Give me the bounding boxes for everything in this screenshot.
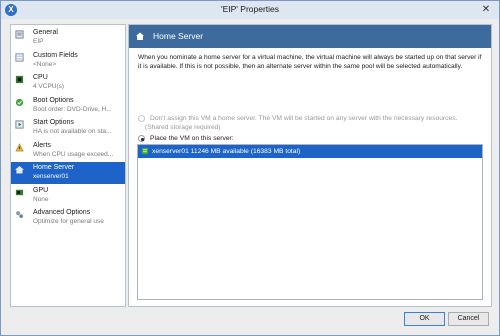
panel-description: When you nominate a home server for a vi… <box>138 54 482 70</box>
cancel-button[interactable]: Cancel <box>448 312 489 326</box>
sidebar-item-alerts[interactable]: Alerts When CPU usage exceed... <box>11 140 125 162</box>
custom-fields-icon <box>15 53 24 62</box>
sidebar-item-title: General <box>33 29 58 36</box>
boot-options-icon <box>15 98 24 107</box>
general-icon <box>15 30 24 39</box>
sidebar: General EIP Custom Fields <None> CPU 4 V… <box>10 24 126 307</box>
place-on-server-radio[interactable] <box>138 135 145 142</box>
sidebar-item-subtitle: 4 VCPU(s) <box>33 83 65 90</box>
sidebar-item-boot-options[interactable]: Boot Options Boot order: DVD-Drive, H... <box>11 95 125 117</box>
sidebar-item-title: Home Server <box>33 164 75 171</box>
home-server-icon <box>15 165 24 174</box>
gpu-icon <box>15 189 24 196</box>
sidebar-item-subtitle: None <box>33 196 49 203</box>
server-icon <box>141 147 149 155</box>
properties-dialog: X 'EIP' Properties ✕ General EIP Custom … <box>0 0 500 336</box>
sidebar-item-start-options[interactable]: Start Options HA is not available on sta… <box>11 117 125 139</box>
shared-storage-hint: (Shared storage required) <box>145 124 221 131</box>
start-options-icon <box>15 120 24 129</box>
option-no-home-server[interactable]: Don't assign this VM a home server. The … <box>138 115 457 122</box>
sidebar-item-title: GPU <box>33 187 49 194</box>
server-list[interactable]: xenserver01 11246 MB available (16383 MB… <box>137 144 483 300</box>
no-home-server-label: Don't assign this VM a home server. The … <box>150 115 458 122</box>
title-bar: X 'EIP' Properties ✕ <box>1 1 499 19</box>
panel-title: Home Server <box>153 31 204 41</box>
sidebar-item-gpu[interactable]: GPU None <box>11 185 125 207</box>
home-server-panel: Home Server When you nominate a home ser… <box>128 24 492 307</box>
sidebar-item-subtitle: When CPU usage exceed... <box>33 151 114 158</box>
sidebar-item-advanced-options[interactable]: Advanced Options Optimize for general us… <box>11 207 125 229</box>
sidebar-item-title: Boot Options <box>33 97 74 104</box>
sidebar-item-title: CPU <box>33 74 48 81</box>
ok-button[interactable]: OK <box>404 312 445 326</box>
no-home-server-radio[interactable] <box>138 115 145 122</box>
sidebar-item-title: Custom Fields <box>33 52 78 59</box>
sidebar-item-title: Alerts <box>33 142 51 149</box>
window-title: 'EIP' Properties <box>220 4 280 14</box>
server-list-item[interactable]: xenserver01 11246 MB available (16383 MB… <box>138 145 482 158</box>
sidebar-item-subtitle: <None> <box>33 61 57 68</box>
sidebar-item-subtitle: HA is not available on sta... <box>33 128 112 135</box>
sidebar-item-title: Advanced Options <box>33 209 91 216</box>
close-button[interactable]: ✕ <box>479 3 493 16</box>
server-list-item-label: xenserver01 11246 MB available (16383 MB… <box>152 147 301 155</box>
sidebar-item-subtitle: Boot order: DVD-Drive, H... <box>33 106 112 113</box>
home-server-icon <box>136 32 144 40</box>
sidebar-item-custom-fields[interactable]: Custom Fields <None> <box>11 50 125 72</box>
sidebar-item-subtitle: xenserver01 <box>33 173 69 180</box>
panel-header: Home Server <box>129 25 491 48</box>
alerts-icon <box>15 143 24 152</box>
sidebar-item-general[interactable]: General EIP <box>11 27 125 49</box>
place-on-server-label: Place the VM on this server: <box>150 135 234 142</box>
option-place-on-server[interactable]: Place the VM on this server: <box>138 135 234 142</box>
sidebar-item-title: Start Options <box>33 119 74 126</box>
sidebar-item-cpu[interactable]: CPU 4 VCPU(s) <box>11 72 125 94</box>
cpu-icon <box>15 75 24 84</box>
advanced-options-icon <box>16 211 23 218</box>
sidebar-item-home-server[interactable]: Home Server xenserver01 <box>11 162 125 184</box>
sidebar-item-subtitle: Optimize for general use <box>33 218 104 225</box>
sidebar-item-subtitle: EIP <box>33 38 44 45</box>
